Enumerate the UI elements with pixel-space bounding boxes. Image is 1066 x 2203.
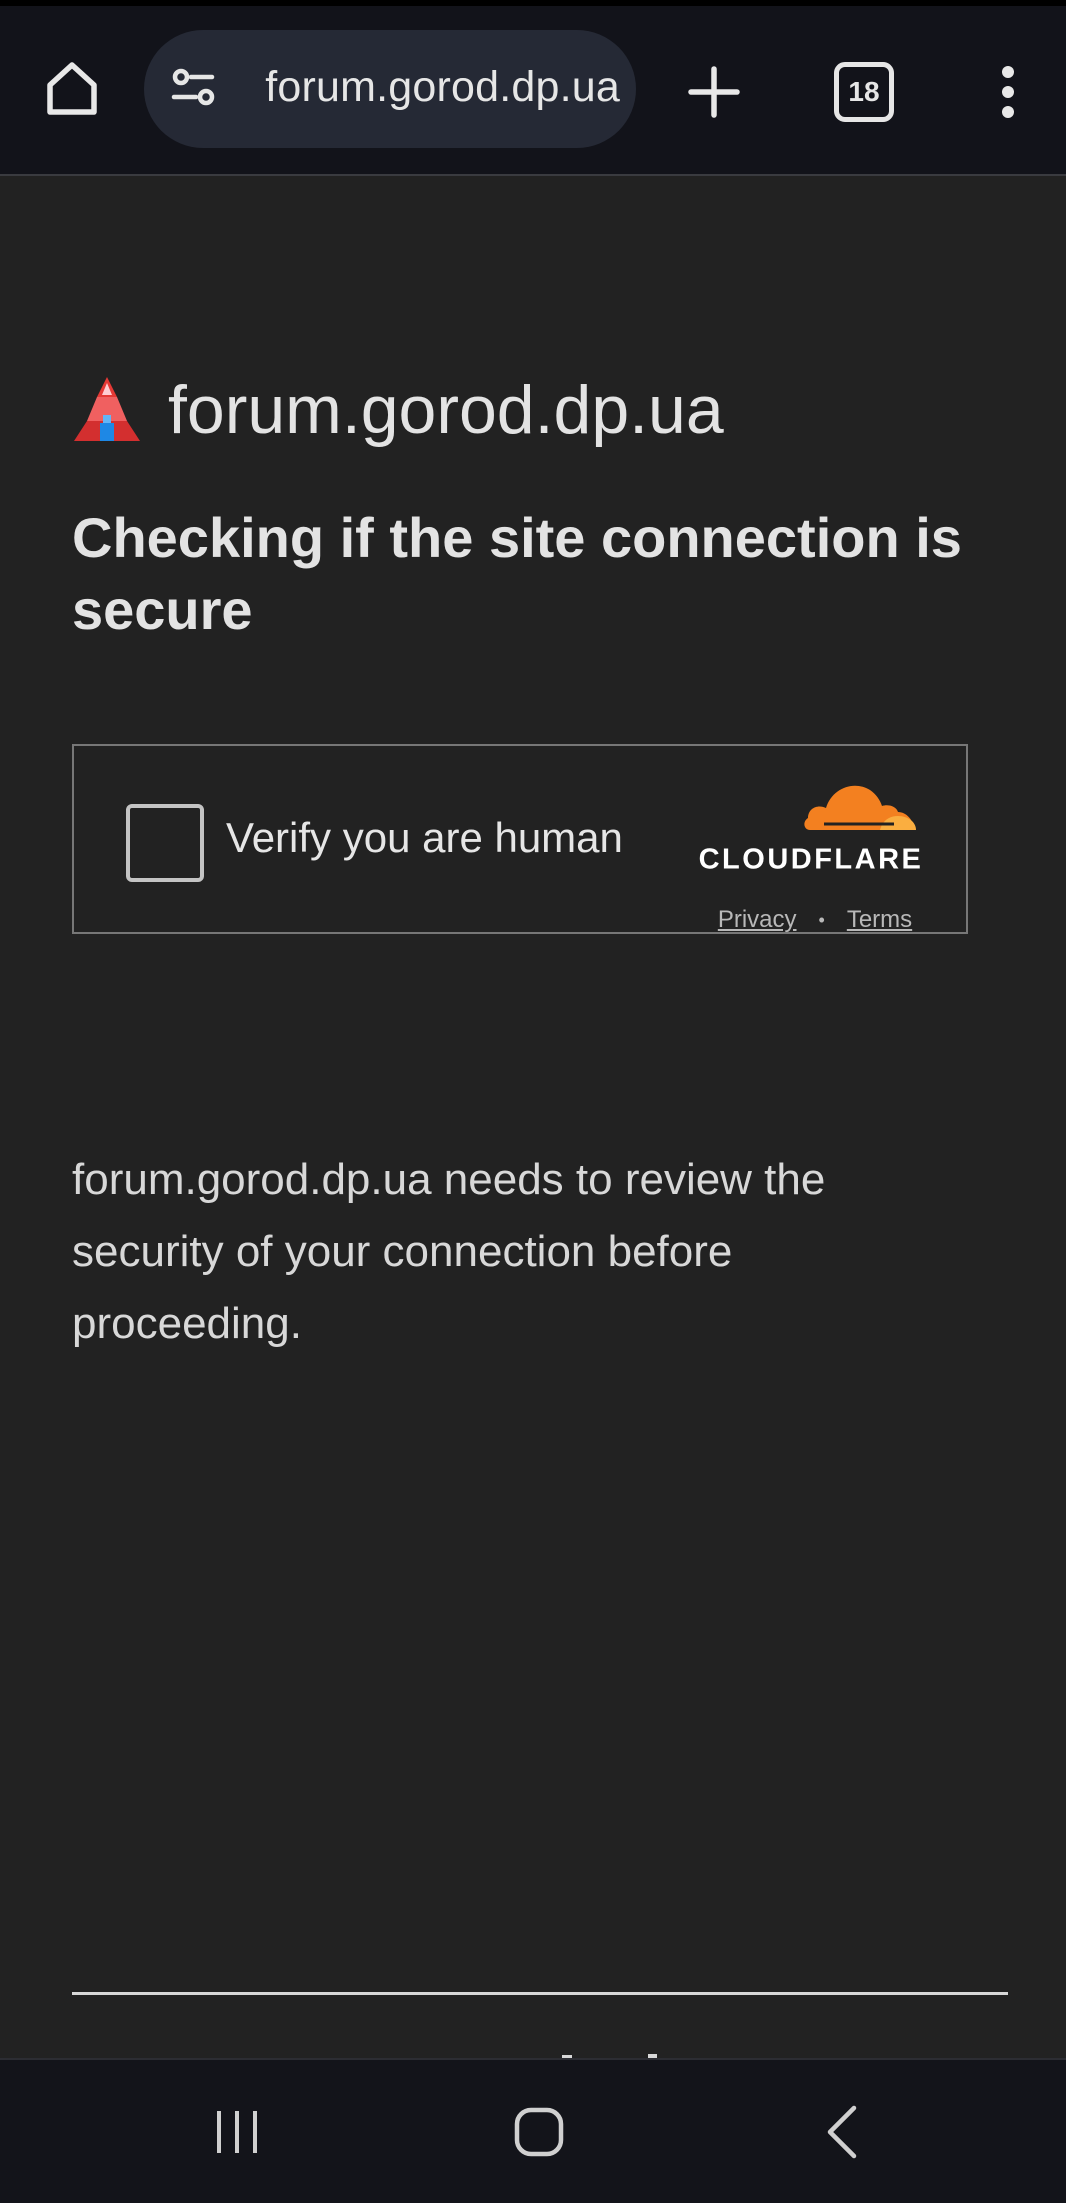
address-bar[interactable]: forum.gorod.dp.ua xyxy=(144,30,636,148)
cloudflare-cloud-icon xyxy=(804,785,916,830)
home-icon xyxy=(514,2107,564,2157)
tab-switcher-button[interactable]: 18 xyxy=(822,50,906,134)
terms-link[interactable]: Terms xyxy=(847,906,912,934)
verify-label[interactable]: Verify you are human xyxy=(226,814,623,862)
browser-toolbar: forum.gorod.dp.ua 18 xyxy=(0,6,1066,176)
url-text-container: forum.gorod.dp.ua xyxy=(240,30,620,148)
link-separator: • xyxy=(818,909,825,930)
back-button[interactable] xyxy=(794,2084,890,2180)
privacy-link[interactable]: Privacy xyxy=(718,906,797,934)
recents-icon xyxy=(217,2111,257,2153)
new-tab-button[interactable] xyxy=(672,50,756,134)
url-text: forum.gorod.dp.ua xyxy=(265,63,620,111)
system-navigation-bar xyxy=(0,2058,1066,2203)
recents-button[interactable] xyxy=(190,2084,286,2180)
menu-button[interactable] xyxy=(966,50,1050,134)
system-home-button[interactable] xyxy=(491,2084,587,2180)
more-vert-icon xyxy=(1002,66,1014,118)
cloudflare-wordmark: CLOUDFLARE xyxy=(698,843,924,876)
verify-checkbox[interactable] xyxy=(126,804,204,882)
site-name: forum.gorod.dp.ua xyxy=(168,372,724,448)
tab-count: 18 xyxy=(848,76,880,107)
tune-icon[interactable] xyxy=(166,60,222,116)
plus-icon xyxy=(688,66,740,118)
footer-divider xyxy=(72,1992,1008,1995)
security-description: forum.gorod.dp.ua needs to review the se… xyxy=(72,1155,826,1348)
cloudflare-links: Privacy • Terms xyxy=(690,906,940,934)
cloudflare-challenge-widget: Verify you are human CLOUDFLARE Privacy … xyxy=(72,744,968,934)
site-header: forum.gorod.dp.ua xyxy=(72,360,724,460)
home-icon xyxy=(47,62,97,115)
site-logo-icon xyxy=(74,377,140,441)
tab-switcher-icon: 18 xyxy=(834,62,894,122)
cloudflare-branding: CLOUDFLARE Privacy • Terms xyxy=(690,776,940,933)
home-button[interactable] xyxy=(30,46,114,130)
page-title: Checking if the site connection is secur… xyxy=(72,506,962,641)
back-icon xyxy=(827,2105,857,2159)
